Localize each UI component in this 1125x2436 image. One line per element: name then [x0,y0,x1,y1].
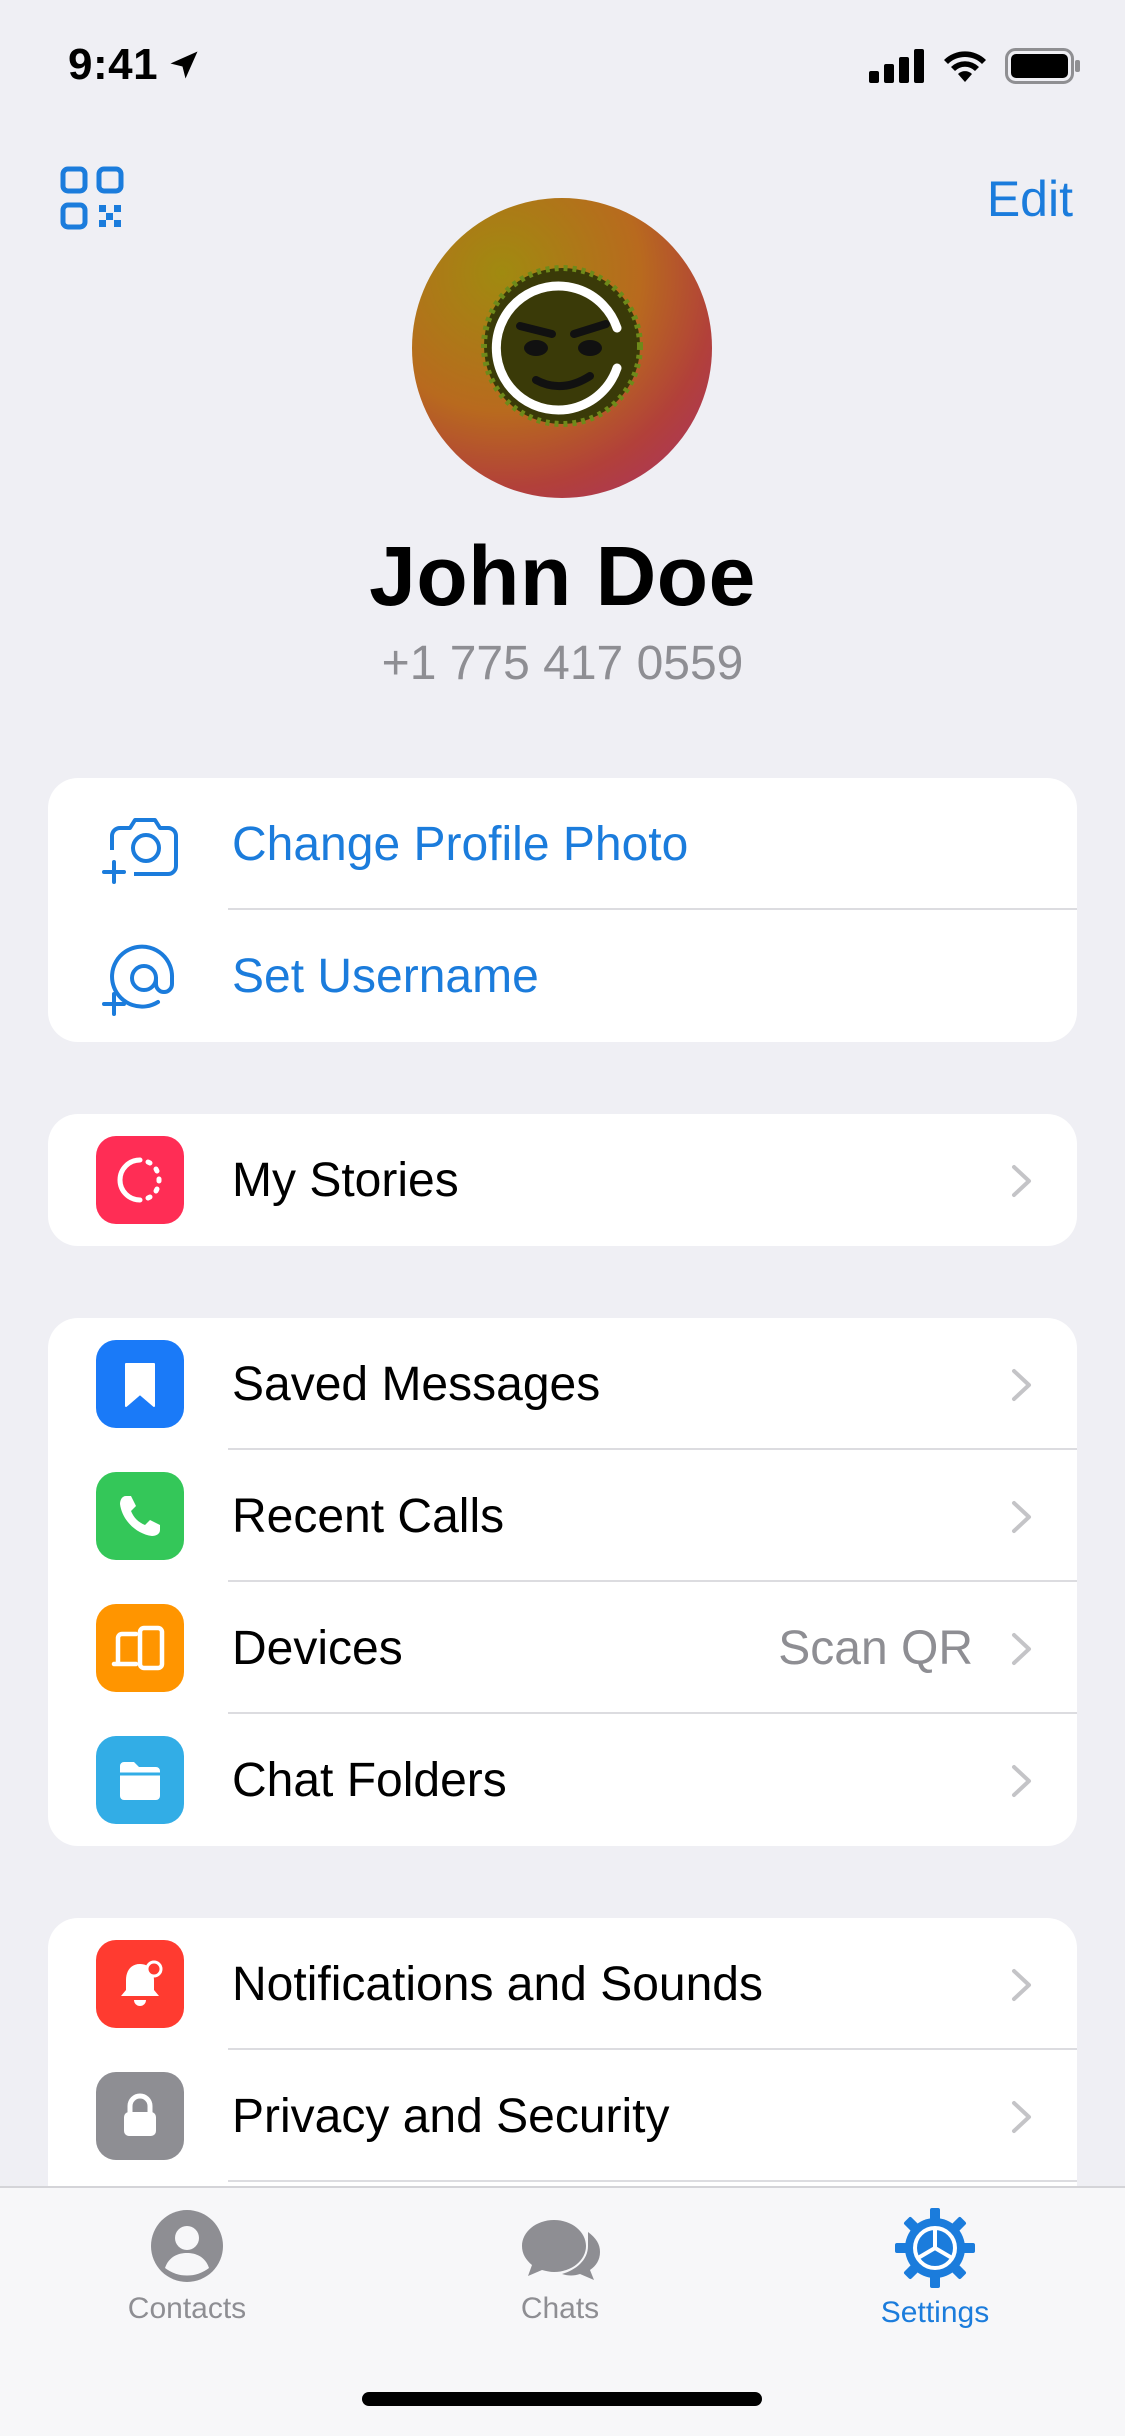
edit-button[interactable]: Edit [987,170,1073,228]
tab-contacts-label: Contacts [127,2292,247,2325]
set-username-label: Set Username [232,949,539,1003]
chat-bubbles-icon [522,2220,600,2280]
account-actions-group: Change Profile Photo Set Username [48,778,1077,1042]
notifications-and-sounds-label: Notifications and Sounds [232,1957,763,2011]
tab-chats[interactable]: Chats [430,2208,690,2326]
main-items-group: Saved Messages Recent Calls Devices Scan… [48,1318,1077,1846]
cellular-signal-icon [869,49,924,83]
my-stories-item[interactable]: My Stories [48,1114,1077,1246]
devices-item[interactable]: Devices Scan QR [48,1582,1077,1714]
devices-detail-scan-qr: Scan QR [778,1621,973,1675]
stories-icon [96,1136,184,1224]
privacy-and-security-label: Privacy and Security [232,2089,670,2143]
my-stories-label: My Stories [232,1153,459,1207]
status-bar-time: 9:41 [68,40,202,90]
qr-code-button[interactable] [60,166,124,230]
tab-settings[interactable]: Settings [805,2208,1065,2330]
status-bar-indicators [869,48,1081,84]
home-indicator [362,2392,762,2406]
location-arrow-icon [170,51,198,79]
avatar-emoji-image [481,265,643,427]
wifi-icon [944,51,986,82]
recent-calls-item[interactable]: Recent Calls [48,1450,1077,1582]
phone-icon [96,1472,184,1560]
chevron-right-icon [1012,1765,1031,1797]
avatar[interactable] [412,198,712,498]
row-separator [228,2180,1077,2182]
settings-items-group: Notifications and Sounds Privacy and Sec… [48,1918,1077,2198]
chevron-right-icon [1012,1969,1031,2001]
recent-calls-label: Recent Calls [232,1489,505,1543]
devices-icon [96,1604,184,1692]
saved-messages-item[interactable]: Saved Messages [48,1318,1077,1450]
qr-code-icon [60,166,124,230]
battery-icon [1005,48,1080,84]
tab-chats-label: Chats [520,2292,600,2325]
privacy-and-security-item[interactable]: Privacy and Security [48,2050,1077,2182]
set-username-button[interactable]: Set Username [48,910,1077,1042]
folder-icon [96,1736,184,1824]
camera-add-icon [102,818,178,884]
change-profile-photo-button[interactable]: Change Profile Photo [48,778,1077,910]
profile-name: John Doe [369,529,756,623]
at-add-icon [102,944,175,1016]
chat-folders-item[interactable]: Chat Folders [48,1714,1077,1846]
profile-phone: +1 775 417 0559 [381,637,744,690]
person-circle-icon [151,2210,223,2282]
devices-label: Devices [232,1621,403,1675]
lock-icon [96,2072,184,2160]
chevron-right-icon [1012,1165,1031,1197]
chevron-right-icon [1012,2101,1031,2133]
gear-icon [895,2208,975,2288]
bookmark-icon [96,1340,184,1428]
chevron-right-icon [1012,1369,1031,1401]
bell-icon [96,1940,184,2028]
notifications-and-sounds-item[interactable]: Notifications and Sounds [48,1918,1077,2050]
chevron-right-icon [1012,1501,1031,1533]
stories-group: My Stories [48,1114,1077,1246]
chevron-right-icon [1012,1633,1031,1665]
saved-messages-label: Saved Messages [232,1357,601,1411]
time-label: 9:41 [68,40,159,89]
chat-folders-label: Chat Folders [232,1753,507,1807]
change-profile-photo-label: Change Profile Photo [232,817,689,871]
tab-contacts[interactable]: Contacts [57,2208,317,2326]
tab-settings-label: Settings [880,2296,990,2329]
